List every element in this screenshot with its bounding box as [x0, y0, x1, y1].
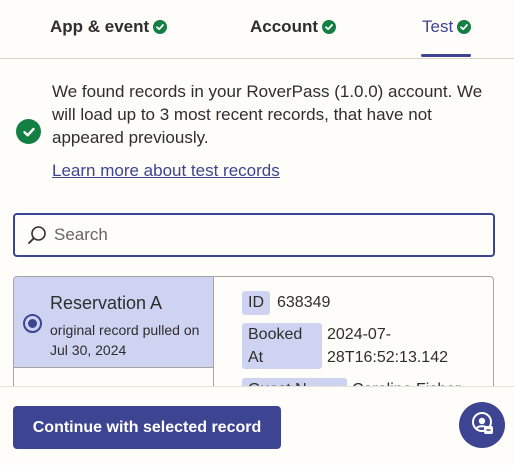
success-check-icon [16, 119, 41, 144]
check-circle-icon [153, 20, 168, 34]
record-title: Reservation A [50, 293, 163, 313]
help-chat-button[interactable] [459, 402, 505, 448]
records-found-message: We found records in your RoverPass (1.0.… [52, 82, 483, 147]
records-panel: Reservation A original record pulled on … [13, 276, 494, 396]
search-icon [26, 224, 48, 246]
field-value: 638349 [277, 294, 331, 311]
field-key: ID [242, 291, 270, 315]
active-tab-indicator [421, 54, 471, 57]
field-key: Booked At [242, 323, 322, 369]
tab-label: Account [250, 17, 318, 36]
search-input[interactable] [54, 225, 474, 245]
check-circle-icon [457, 20, 472, 34]
check-circle-icon [322, 20, 336, 34]
tab-test[interactable]: Test [422, 14, 472, 40]
radio-selected-icon[interactable] [23, 314, 42, 333]
tab-account[interactable]: Account [250, 14, 336, 40]
tab-label: Test [422, 17, 454, 36]
field-value: 2024-07-28T16:52:13.142 [327, 326, 448, 366]
record-details: ID 638349 Booked At 2024-07-28T16:52:13.… [227, 277, 493, 396]
step-tabs: App & event Account Test [0, 0, 514, 59]
search-box[interactable] [13, 213, 495, 257]
record-subtitle: original record pulled on Jul 30, 2024 [50, 322, 200, 358]
learn-more-link[interactable]: Learn more about test records [52, 161, 280, 181]
tab-app-event[interactable]: App & event [50, 14, 168, 40]
record-list: Reservation A original record pulled on … [14, 277, 214, 396]
support-agent-icon [469, 410, 495, 441]
tab-label: App & event [50, 17, 150, 36]
record-item-selected[interactable]: Reservation A original record pulled on … [14, 277, 213, 368]
continue-button[interactable]: Continue with selected record [13, 406, 281, 449]
